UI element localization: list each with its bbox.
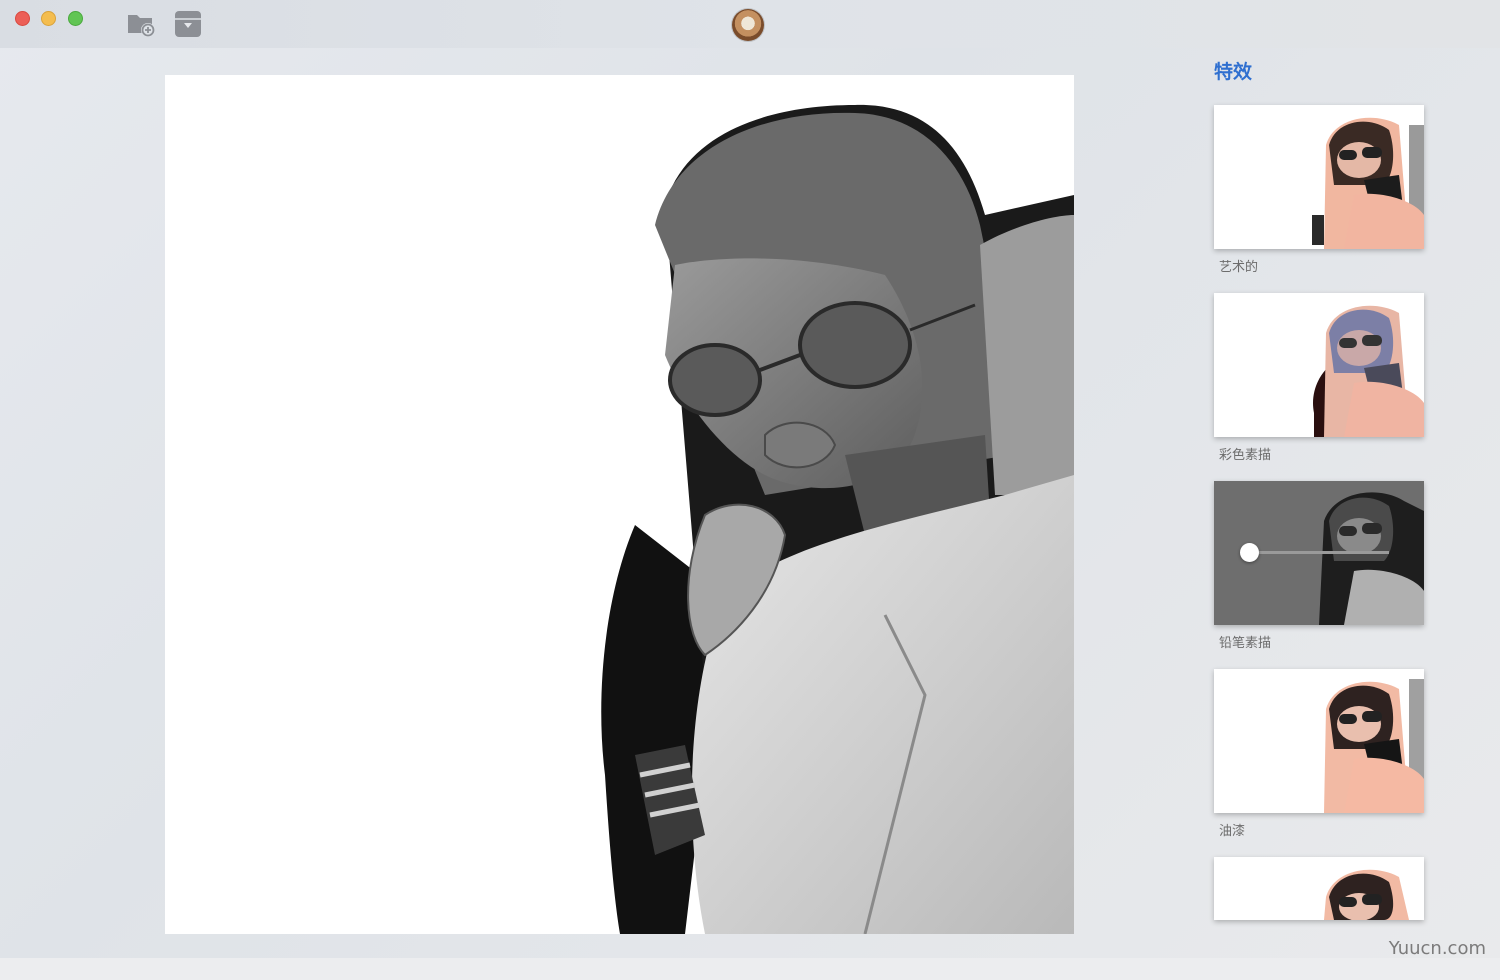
thumb-portrait <box>1324 869 1409 920</box>
effect-thumb-paint[interactable] <box>1214 669 1424 813</box>
effect-label-color-sketch: 彩色素描 <box>1219 448 1272 463</box>
watermark: Yuucn.com <box>1388 938 1486 959</box>
title-bar <box>0 0 1500 48</box>
window-minimize-button[interactable] <box>41 11 56 26</box>
thumb-portrait <box>1313 305 1424 437</box>
image-canvas[interactable] <box>165 75 1074 934</box>
effect-thumb-pencil-sketch[interactable] <box>1214 481 1424 625</box>
bottom-bar <box>0 958 1500 980</box>
pencil-sketch-portrait <box>601 104 1074 934</box>
effects-title: 特效 <box>1214 61 1253 83</box>
lion-avatar <box>732 9 764 41</box>
effect-label-paint: 油漆 <box>1219 824 1246 839</box>
thumb-portrait <box>1324 679 1424 813</box>
window-maximize-button[interactable] <box>68 11 83 26</box>
effect-thumb-5[interactable] <box>1214 857 1424 920</box>
save-down-icon[interactable] <box>173 9 203 39</box>
effect-thumb-artistic[interactable] <box>1214 105 1424 249</box>
effect-thumb-color-sketch[interactable] <box>1214 293 1424 437</box>
window-close-button[interactable] <box>15 11 30 26</box>
effect-label-artistic: 艺术的 <box>1219 260 1259 275</box>
folder-add-icon[interactable] <box>126 9 156 39</box>
intensity-slider-track[interactable] <box>1249 551 1389 554</box>
effect-label-pencil-sketch: 铅笔素描 <box>1219 636 1272 651</box>
thumb-portrait <box>1312 117 1424 249</box>
intensity-slider-knob[interactable] <box>1240 543 1259 562</box>
